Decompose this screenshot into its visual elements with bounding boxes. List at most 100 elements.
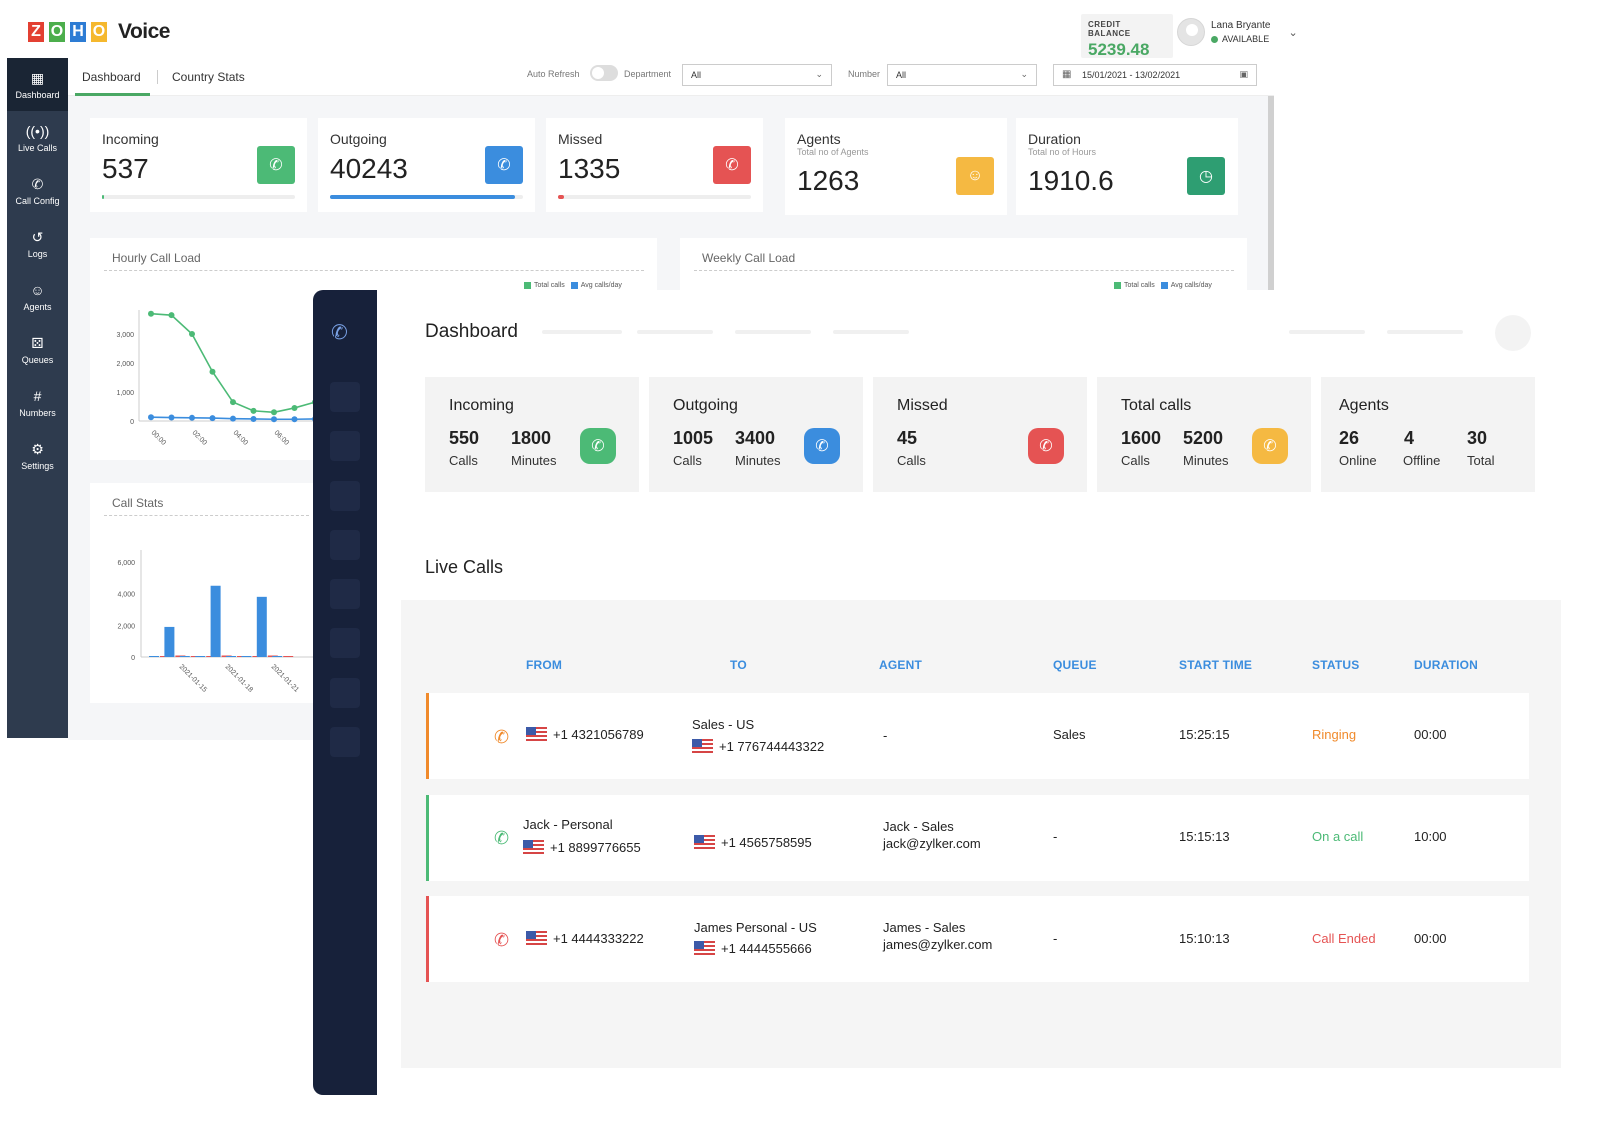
x-tick-label: 00:00 [150, 429, 167, 446]
from-name: Jack - Personal [523, 817, 613, 832]
sidebar-item-dashboard[interactable]: ▦ Dashboard [7, 58, 68, 111]
date-range-picker[interactable]: ▦ 15/01/2021 - 13/02/2021 ▣ [1053, 64, 1257, 86]
history-icon: ↺ [31, 228, 44, 245]
bar [179, 656, 190, 657]
auto-refresh-toggle[interactable] [590, 65, 618, 81]
sidebar-item-queues[interactable]: ⚄ Queues [7, 323, 68, 376]
legend-label: Total calls [1124, 282, 1155, 289]
stat-subtitle: Total no of Hours [1028, 147, 1097, 157]
sidebar-item-agents[interactable]: ☺ Agents [7, 270, 68, 323]
column-header[interactable]: FROM [526, 658, 562, 672]
bar [210, 585, 221, 657]
data-point [291, 404, 298, 411]
legend-swatch [1160, 282, 1168, 289]
sidebar-placeholder[interactable] [330, 382, 360, 412]
sidebar-placeholder[interactable] [330, 628, 360, 658]
y-tick-label: 0 [130, 419, 134, 426]
card-title: Total calls [1121, 397, 1192, 414]
legend-label: Avg calls/day [580, 282, 622, 289]
user-name: Lana Bryante [1211, 20, 1271, 31]
data-point [189, 414, 195, 421]
to-number: +1 4444555666 [694, 941, 812, 956]
sidebar-placeholder[interactable] [330, 431, 360, 461]
y-tick-label: 4,000 [117, 592, 135, 599]
data-point [189, 331, 195, 337]
department-label: Department [624, 69, 672, 79]
us-flag-icon [526, 727, 547, 741]
panel-title: Weekly Call Load [702, 251, 796, 265]
sidebar-item-live-calls[interactable]: ((•)) Live Calls [7, 111, 68, 164]
missed-call-icon: ✆ [713, 146, 751, 184]
hourly-call-load-chart: 3,000 2,000 1,000 0 00:00 02:00 04:00 06:00 [116, 310, 320, 447]
legend-swatch [524, 282, 531, 289]
card-unit: Calls [897, 453, 926, 468]
row-status-edge [426, 896, 429, 982]
sidebar-placeholder[interactable] [330, 678, 360, 708]
stat-card-incoming: Incoming 537 ✆ [90, 118, 307, 212]
divider [104, 270, 644, 271]
data-point [168, 414, 175, 421]
stat-value: 1910.6 [1028, 165, 1114, 196]
scrollbar[interactable] [1268, 96, 1274, 290]
duration: 10:00 [1414, 829, 1447, 844]
data-point [148, 414, 154, 421]
bar [164, 626, 175, 657]
card-number: 26 [1339, 428, 1360, 448]
us-flag-icon [526, 931, 547, 945]
sidebar-placeholder[interactable] [330, 530, 360, 560]
gear-icon: ⚙ [31, 440, 44, 457]
column-header[interactable]: AGENT [879, 658, 922, 672]
stat-value: 1335 [558, 153, 621, 184]
progress-fill [558, 195, 564, 199]
sidebar-placeholder[interactable] [330, 579, 360, 609]
sidebar-item-settings[interactable]: ⚙ Settings [7, 429, 68, 482]
progress-fill [102, 195, 104, 199]
summary-card-incoming: Incoming 550 Calls 1800 Minutes ✆ [425, 377, 639, 492]
from-number-text: +1 8899776655 [550, 840, 641, 855]
stat-card-missed: Missed 1335 ✆ [546, 118, 763, 212]
chart-legend: Total calls Avg calls/day [1114, 282, 1212, 289]
logo-letter: O [47, 20, 67, 44]
tab-dashboard[interactable]: Dashboard [82, 70, 141, 84]
column-header[interactable]: QUEUE [1053, 658, 1097, 672]
data-point [230, 415, 236, 422]
column-header[interactable]: DURATION [1414, 658, 1478, 672]
calendar-icon: ▦ [1062, 69, 1072, 80]
user-menu[interactable]: Lana Bryante AVAILABLE ⌄ [1177, 18, 1298, 46]
card-title: Incoming [449, 397, 514, 414]
chevron-down-icon[interactable]: ⌄ [1289, 26, 1298, 39]
sidebar-item-call-config[interactable]: ✆ Call Config [7, 164, 68, 217]
phone-icon: ✆ [1252, 428, 1288, 464]
tab-country-stats[interactable]: Country Stats [172, 70, 245, 84]
table-row[interactable]: ✆ +1 4321056789 Sales - US +1 7767444433… [426, 693, 1529, 779]
divider [694, 270, 1234, 271]
bar [226, 656, 236, 657]
card-unit: Total [1467, 453, 1495, 468]
front-sidebar: ✆ [313, 290, 377, 1095]
from-number-text: +1 4321056789 [553, 727, 644, 742]
sidebar-placeholder[interactable] [330, 727, 360, 757]
card-unit: Offline [1403, 453, 1441, 468]
data-point [209, 415, 216, 422]
start-time: 15:15:13 [1179, 829, 1230, 844]
sidebar-item-logs[interactable]: ↺ Logs [7, 217, 68, 270]
avatar[interactable] [1495, 315, 1531, 351]
column-header[interactable]: TO [730, 658, 747, 672]
card-number: 1600 [1121, 428, 1162, 448]
outgoing-call-icon: ✆ [485, 146, 523, 184]
table-row[interactable]: ✆ +1 4444333222 James Personal - US +1 4… [426, 896, 1529, 982]
sidebar-item-numbers[interactable]: # Numbers [7, 376, 68, 429]
department-select[interactable]: All ⌄ [682, 64, 832, 86]
sidebar-item-label: Live Calls [17, 142, 57, 153]
table-row[interactable]: ✆ Jack - Personal +1 8899776655 +1 45657… [426, 795, 1529, 881]
x-tick-label: 04:00 [232, 429, 249, 446]
section-title: Live Calls [425, 557, 504, 577]
card-unit: Online [1339, 453, 1377, 468]
column-header[interactable]: START TIME [1179, 658, 1252, 672]
sidebar-placeholder[interactable] [330, 481, 360, 511]
group-icon: ⚄ [31, 334, 44, 351]
skeleton-bar [833, 330, 909, 334]
column-header[interactable]: STATUS [1312, 658, 1359, 672]
card-number: 1800 [511, 428, 552, 448]
number-select[interactable]: All ⌄ [887, 64, 1037, 86]
